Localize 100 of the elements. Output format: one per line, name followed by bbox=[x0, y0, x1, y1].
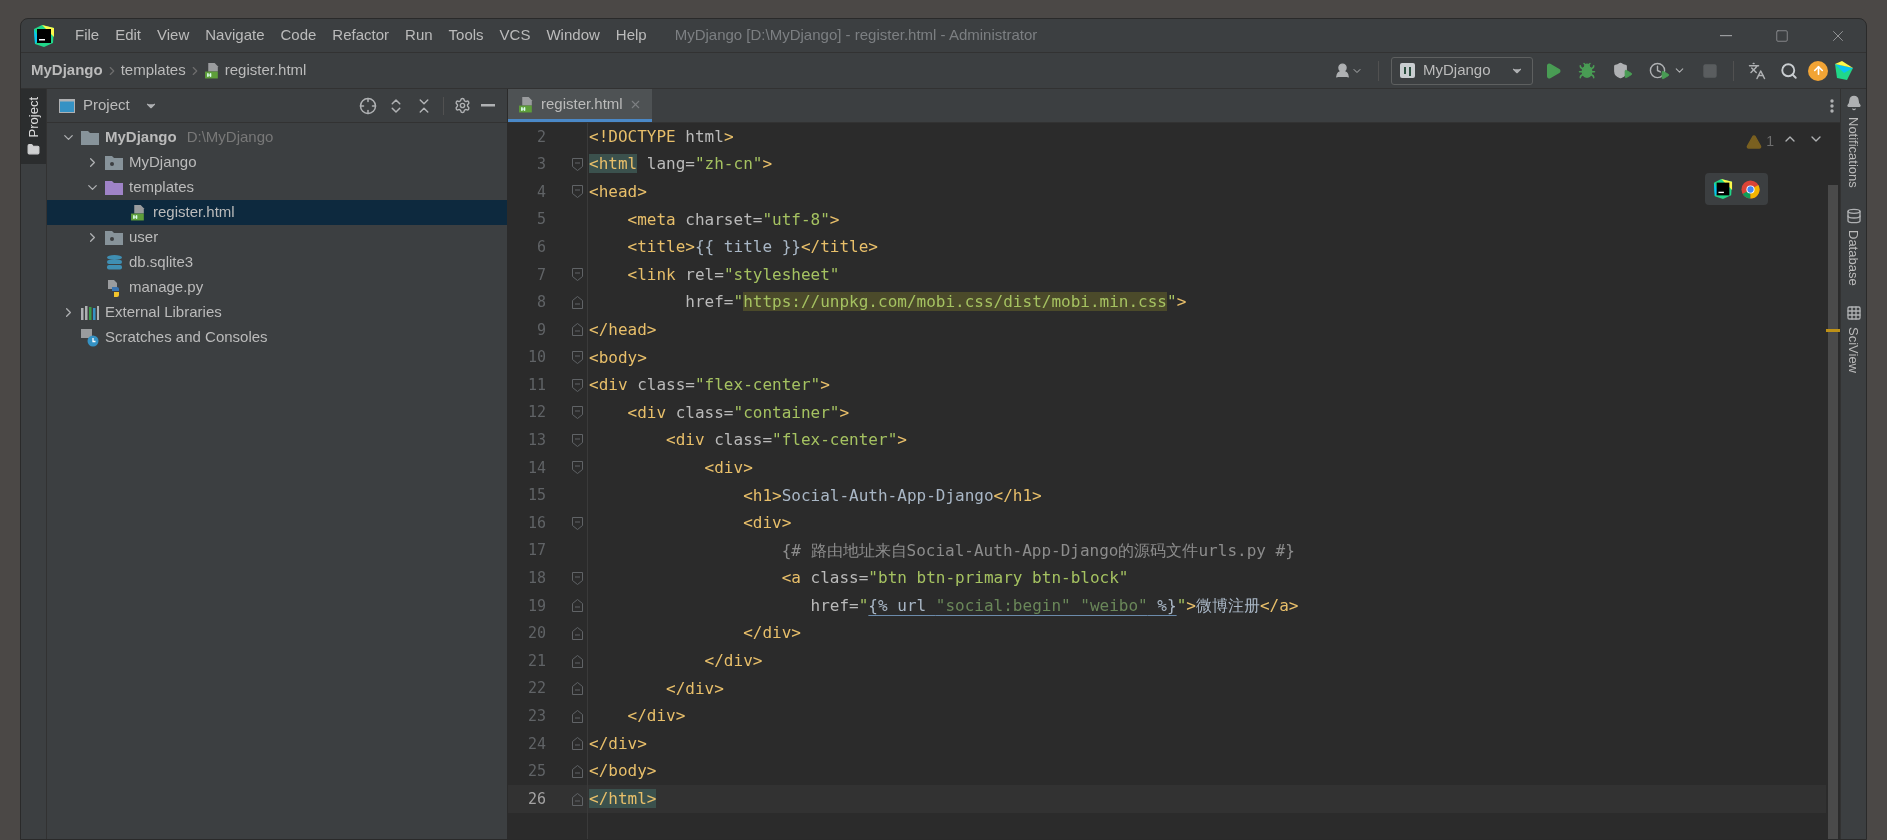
fold-marker-icon[interactable] bbox=[572, 599, 583, 613]
tree-item-label: register.html bbox=[153, 202, 235, 223]
editor-tab[interactable]: register.html bbox=[508, 89, 652, 122]
fold-marker-icon[interactable] bbox=[572, 185, 583, 199]
folder-icon bbox=[81, 130, 99, 145]
tree-item-label: MyDjango bbox=[105, 127, 177, 148]
code-line: href="https://unpkg.com/mobi.css/dist/mobi.min.css"> bbox=[684, 291, 1187, 314]
locate-button[interactable] bbox=[359, 96, 377, 115]
html-file-icon bbox=[203, 62, 221, 79]
line-number: 13 bbox=[526, 430, 546, 452]
line-number: 14 bbox=[526, 457, 546, 479]
menu-item[interactable]: VCS bbox=[491, 24, 539, 47]
tool-window-tab[interactable]: SciView bbox=[1843, 305, 1864, 374]
fold-marker-icon[interactable] bbox=[572, 157, 583, 171]
line-number: 2 bbox=[535, 126, 546, 148]
settings-icon bbox=[454, 97, 471, 114]
search-icon bbox=[1780, 61, 1798, 80]
toolbox-logo-icon[interactable] bbox=[1834, 60, 1854, 81]
line-number: 4 bbox=[535, 181, 546, 203]
tree-item-label: manage.py bbox=[129, 277, 204, 298]
code-line: </body> bbox=[589, 760, 657, 783]
code-line: </div> bbox=[626, 705, 686, 728]
fold-marker-icon[interactable] bbox=[572, 709, 583, 723]
line-number: 11 bbox=[526, 374, 546, 396]
fold-marker-icon[interactable] bbox=[572, 627, 583, 640]
fold-marker-icon[interactable] bbox=[572, 351, 583, 365]
fold-marker-icon[interactable] bbox=[572, 295, 583, 309]
menu-item[interactable]: Refactor bbox=[324, 24, 398, 47]
hide-button[interactable] bbox=[481, 104, 495, 107]
fold-marker-icon[interactable] bbox=[572, 433, 583, 447]
folder-icon bbox=[105, 180, 123, 195]
database-icon bbox=[1845, 207, 1862, 224]
tool-window-tab[interactable]: Project bbox=[21, 89, 46, 165]
fold-marker-icon[interactable] bbox=[572, 571, 583, 585]
tree-item-label: MyDjango bbox=[129, 152, 197, 173]
fold-marker-icon[interactable] bbox=[572, 737, 583, 751]
maximize-icon bbox=[1775, 28, 1789, 43]
code-line: </head> bbox=[589, 318, 657, 341]
fold-marker-icon[interactable] bbox=[572, 654, 583, 668]
fold-marker-icon[interactable] bbox=[572, 323, 583, 337]
fold-marker-icon[interactable] bbox=[572, 764, 583, 778]
code-line: <meta charset="utf-8"> bbox=[626, 208, 840, 231]
menu-item[interactable]: Tools bbox=[440, 24, 492, 47]
tree-item[interactable]: register.html bbox=[47, 200, 507, 225]
fold-marker-icon[interactable] bbox=[572, 268, 583, 282]
bug-icon bbox=[1578, 61, 1596, 80]
settings-button[interactable] bbox=[454, 97, 471, 114]
tree-item[interactable]: user bbox=[47, 225, 507, 250]
more-icon bbox=[1830, 98, 1834, 113]
line-number: 15 bbox=[526, 485, 546, 507]
code-line: {# 路由地址来自Social-Auth-App-Django的源码文件urls.py #} bbox=[780, 539, 1295, 562]
more-button[interactable] bbox=[1830, 98, 1834, 113]
tree-item[interactable]: Scratches and Consoles bbox=[47, 325, 507, 350]
html-file-icon bbox=[518, 95, 535, 113]
menu-item[interactable]: File bbox=[67, 24, 108, 47]
run-configuration-dropdown[interactable]: MyDjango bbox=[1391, 56, 1533, 85]
breadcrumb[interactable]: register.html bbox=[203, 59, 307, 82]
menu-item[interactable]: Code bbox=[272, 24, 325, 47]
code-line: <!DOCTYPE html> bbox=[589, 125, 734, 148]
fold-marker-icon[interactable] bbox=[572, 516, 583, 530]
tree-item-label: templates bbox=[129, 177, 195, 198]
tree-item[interactable]: templates bbox=[47, 175, 507, 200]
update-button[interactable] bbox=[1808, 60, 1828, 81]
code-line: </div> bbox=[742, 622, 801, 645]
package-folder-icon bbox=[105, 155, 123, 170]
menu-item[interactable]: Window bbox=[538, 24, 608, 47]
breadcrumb[interactable]: templates bbox=[120, 59, 186, 82]
clock-icon bbox=[1649, 62, 1666, 79]
scrollbar[interactable] bbox=[1828, 185, 1838, 839]
code-line: <a class="btn btn-primary btn-block" bbox=[780, 567, 1129, 590]
breadcrumb[interactable]: MyDjango bbox=[31, 59, 103, 82]
database-icon bbox=[105, 254, 123, 271]
line-number: 5 bbox=[535, 209, 546, 231]
tree-item-label: user bbox=[129, 227, 159, 248]
tool-window-tab[interactable]: Notifications bbox=[1843, 95, 1864, 188]
fold-marker-icon[interactable] bbox=[572, 792, 583, 806]
menu-item[interactable]: Edit bbox=[107, 24, 150, 47]
menu-item[interactable]: Help bbox=[607, 24, 655, 47]
tree-item[interactable]: manage.py bbox=[47, 275, 507, 300]
fold-marker-icon[interactable] bbox=[572, 461, 583, 475]
menu-item[interactable]: Navigate bbox=[197, 24, 273, 47]
window-title: MyDjango [D:\MyDjango] - register.html - Administrator bbox=[674, 25, 1038, 46]
menu-item[interactable]: Run bbox=[397, 24, 441, 47]
minus-icon bbox=[481, 104, 495, 107]
chrome-icon[interactable] bbox=[1741, 179, 1760, 199]
tree-item[interactable]: External Libraries bbox=[47, 300, 507, 325]
project-view-dropdown[interactable]: Project bbox=[83, 94, 158, 117]
arrow-up-icon bbox=[1811, 64, 1825, 77]
code-line: <title>{{ title }}</title> bbox=[626, 236, 878, 259]
code-line: </div> bbox=[703, 650, 763, 673]
fold-marker-icon[interactable] bbox=[572, 378, 583, 392]
pycharm-icon[interactable] bbox=[1713, 179, 1733, 199]
menu-item[interactable]: View bbox=[149, 24, 198, 47]
tree-item[interactable]: MyDjango D:\MyDjango bbox=[47, 125, 507, 150]
fold-marker-icon[interactable] bbox=[572, 406, 583, 420]
tree-item[interactable]: MyDjango bbox=[47, 150, 507, 175]
fold-marker-icon[interactable] bbox=[572, 682, 583, 696]
code-line: href="{% url "social:begin" "weibo" %}">微博注册</a> bbox=[809, 594, 1299, 617]
tree-item[interactable]: db.sqlite3 bbox=[47, 250, 507, 275]
tool-window-tab[interactable]: Database bbox=[1843, 207, 1864, 286]
